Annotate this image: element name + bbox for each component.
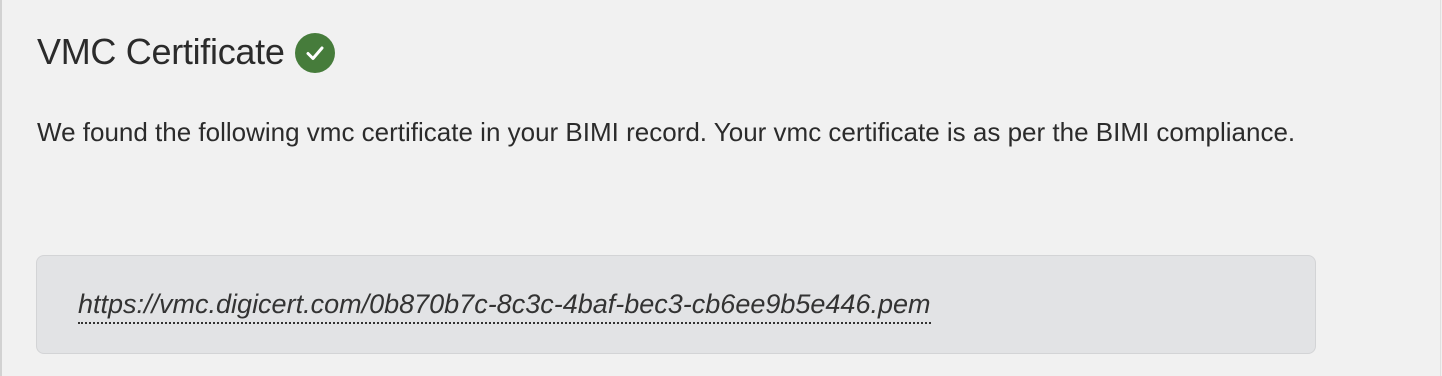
vmc-certificate-panel: VMC Certificate We found the following v… [0, 0, 1441, 376]
certificate-description: We found the following vmc certificate i… [37, 117, 1296, 147]
certificate-url-box: https://vmc.digicert.com/0b870b7c-8c3c-4… [36, 255, 1316, 354]
certificate-url-link[interactable]: https://vmc.digicert.com/0b870b7c-8c3c-4… [78, 286, 931, 324]
checkmark-icon [306, 46, 324, 60]
section-title: VMC Certificate [37, 31, 285, 72]
title-row: VMC Certificate [37, 30, 335, 74]
check-circle-icon [294, 33, 335, 73]
